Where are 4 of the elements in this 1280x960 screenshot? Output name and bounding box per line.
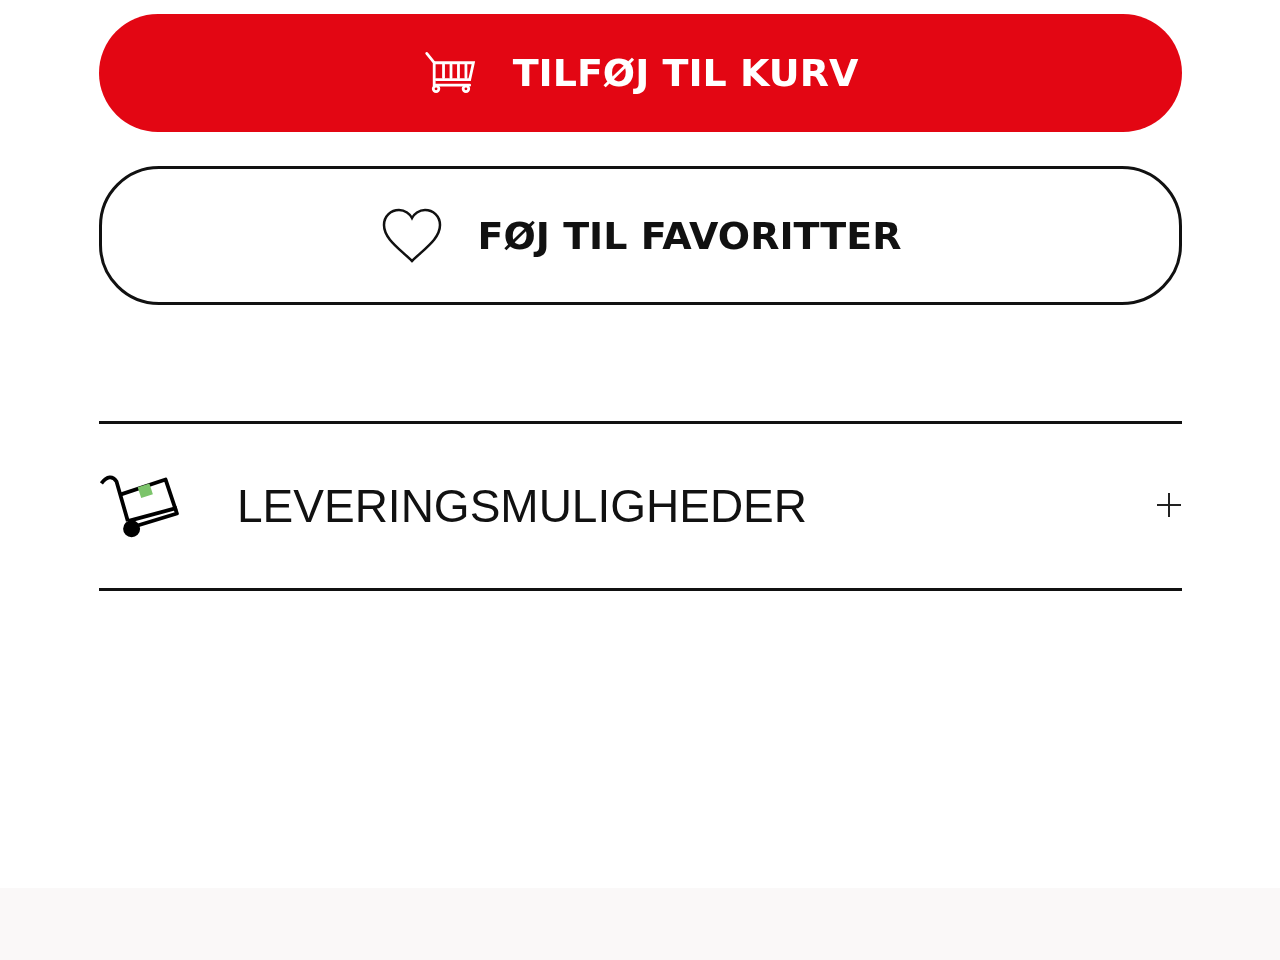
- plus-icon[interactable]: [1156, 492, 1182, 518]
- accordion-title[interactable]: LEVERINGSMULIGHEDER: [237, 479, 1156, 533]
- add-to-cart-button[interactable]: TILFØJ TIL KURV: [99, 14, 1182, 132]
- add-to-favorites-button[interactable]: FØJ TIL FAVORITTER: [99, 166, 1182, 305]
